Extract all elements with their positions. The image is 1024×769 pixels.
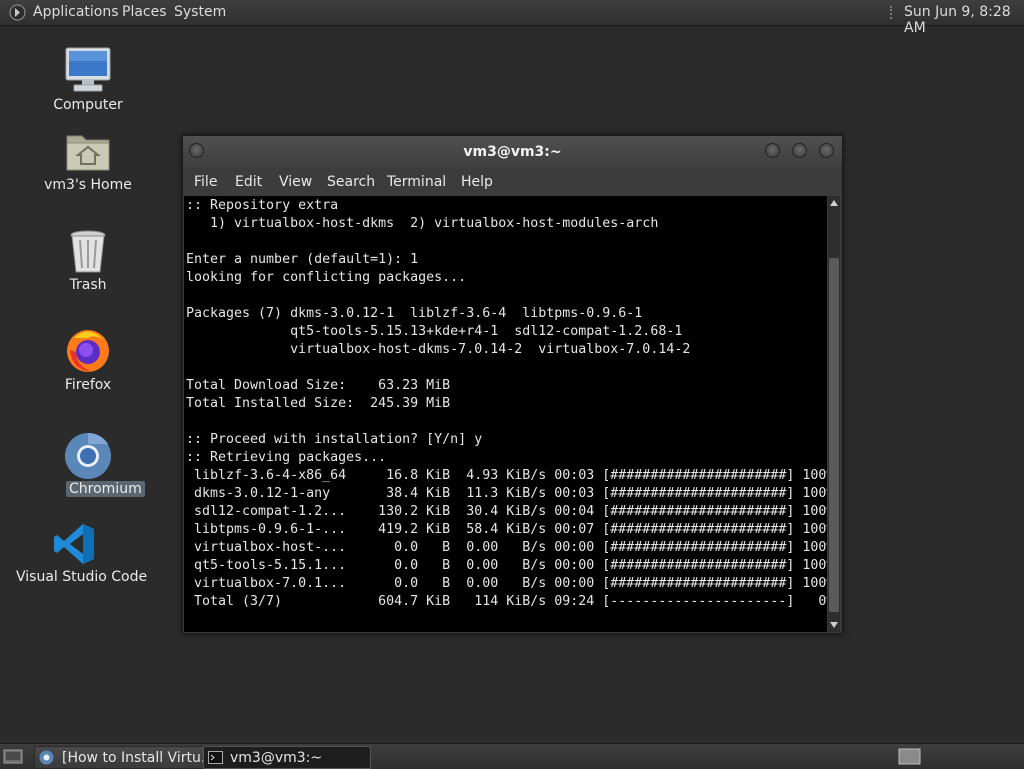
desktop-icon-label: Trash [69,277,107,293]
desktop-icon-label: Visual Studio Code [16,569,148,585]
desktop-icon-trash[interactable]: Trash [30,226,146,298]
taskbar-item-chromium[interactable]: [How to Install Virtu... [34,746,214,769]
menu-terminal[interactable]: Terminal [387,174,446,190]
clock[interactable]: Sun Jun 9, 8:28 AM [904,4,1024,36]
firefox-icon [67,330,109,372]
bottom-panel: [How to Install Virtu... vm3@vm3:~ [0,743,1024,769]
computer-icon [65,47,111,92]
chromium-icon [65,432,111,479]
home-folder-icon [66,135,110,171]
desktop-icon-vscode[interactable]: Visual Studio Code [16,520,148,592]
scrollbar-thumb[interactable] [829,258,839,612]
desktop-icon-computer[interactable]: Computer [30,44,146,116]
taskbar-item-label: vm3@vm3:~ [230,750,323,766]
window-titlebar[interactable]: vm3@vm3:~ [183,136,842,168]
scroll-up-arrow-icon[interactable] [830,200,838,206]
gnome-foot-logo-icon[interactable] [9,4,26,21]
scroll-down-arrow-icon[interactable] [830,622,838,628]
menu-help[interactable]: Help [461,174,493,190]
desktop-icon-label: Computer [53,97,123,113]
desktop-icon-firefox[interactable]: Firefox [30,324,146,396]
minimize-button[interactable] [765,143,780,158]
menu-view[interactable]: View [279,174,312,190]
menu-file[interactable]: File [194,174,217,190]
taskbar-item-terminal[interactable]: vm3@vm3:~ [203,746,371,769]
top-panel: Applications Places System Sun Jun 9, 8:… [0,0,1024,36]
terminal-icon [208,751,223,764]
vscode-icon [54,524,94,564]
trash-icon [70,230,106,273]
show-desktop-icon[interactable] [3,748,23,765]
menu-search[interactable]: Search [327,174,375,190]
desktop-icon-label-selected: Chromium [66,481,145,497]
maximize-button[interactable] [792,143,807,158]
terminal-scrollbar[interactable] [828,196,840,632]
terminal-window: vm3@vm3:~ File Edit View Search Terminal… [182,135,843,634]
workspace-switcher-icon[interactable] [898,748,921,765]
desktop-icon-chromium[interactable]: Chromium [30,430,146,502]
menu-edit[interactable]: Edit [235,174,262,190]
taskbar-item-label: [How to Install Virtu... [62,750,215,766]
window-title: vm3@vm3:~ [463,144,562,160]
close-button[interactable] [819,143,834,158]
system-menu[interactable]: System [174,4,226,20]
terminal-text: :: Repository extra 1) virtualbox-host-d… [186,198,827,609]
terminal-output[interactable]: :: Repository extra 1) virtualbox-host-d… [184,196,827,632]
terminal-menubar: File Edit View Search Terminal Help [183,168,842,196]
panel-separator [890,6,898,19]
desktop-icon-label: vm3's Home [44,177,132,193]
chromium-icon [39,750,54,765]
applications-menu[interactable]: Applications [33,4,119,20]
places-menu[interactable]: Places [122,4,167,20]
desktop-icon-home[interactable]: vm3's Home [30,126,146,198]
desktop-icon-label: Firefox [64,377,112,393]
